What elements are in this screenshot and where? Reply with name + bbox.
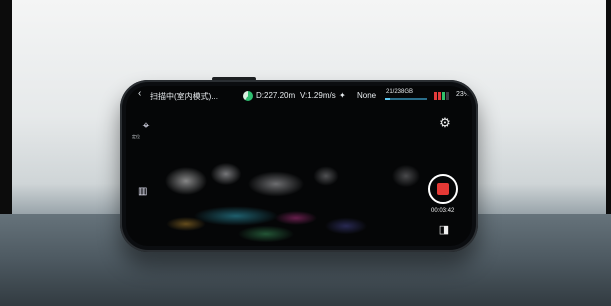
velocity-readout: V:1.29m/s bbox=[300, 91, 336, 100]
scan-mode-title: 扫描中(室内模式)... bbox=[150, 92, 218, 101]
distance-icon bbox=[243, 91, 253, 101]
record-timer: 00:03:42 bbox=[431, 208, 455, 214]
location-label: 定位 bbox=[132, 134, 140, 139]
location-pin-icon[interactable]: ⌖ bbox=[138, 118, 154, 134]
back-button[interactable]: ‹ bbox=[138, 88, 141, 99]
chart-bars-icon[interactable]: ▥ bbox=[138, 186, 147, 197]
point-cloud-view[interactable] bbox=[126, 146, 426, 246]
record-button[interactable] bbox=[428, 174, 458, 204]
stop-icon bbox=[437, 183, 449, 195]
battery-percent: 23% bbox=[456, 91, 471, 98]
gnss-status: None bbox=[357, 91, 377, 100]
status-bar: ‹ 扫描中(室内模式)... D:227.20m V:1.29m/s ✦ Non… bbox=[126, 86, 472, 108]
battery-icon bbox=[434, 92, 454, 100]
cube-icon[interactable]: ◨ bbox=[438, 224, 450, 236]
gear-icon[interactable]: ⚙ bbox=[438, 116, 452, 130]
storage-readout: 21/238GB bbox=[386, 89, 414, 95]
satellite-icon: ✦ bbox=[339, 91, 346, 100]
phone-screen: ‹ 扫描中(室内模式)... D:227.20m V:1.29m/s ✦ Non… bbox=[126, 86, 472, 246]
distance-readout: D:227.20m bbox=[256, 91, 296, 100]
storage-bar-fill bbox=[385, 98, 390, 100]
storage-bar bbox=[385, 98, 427, 100]
